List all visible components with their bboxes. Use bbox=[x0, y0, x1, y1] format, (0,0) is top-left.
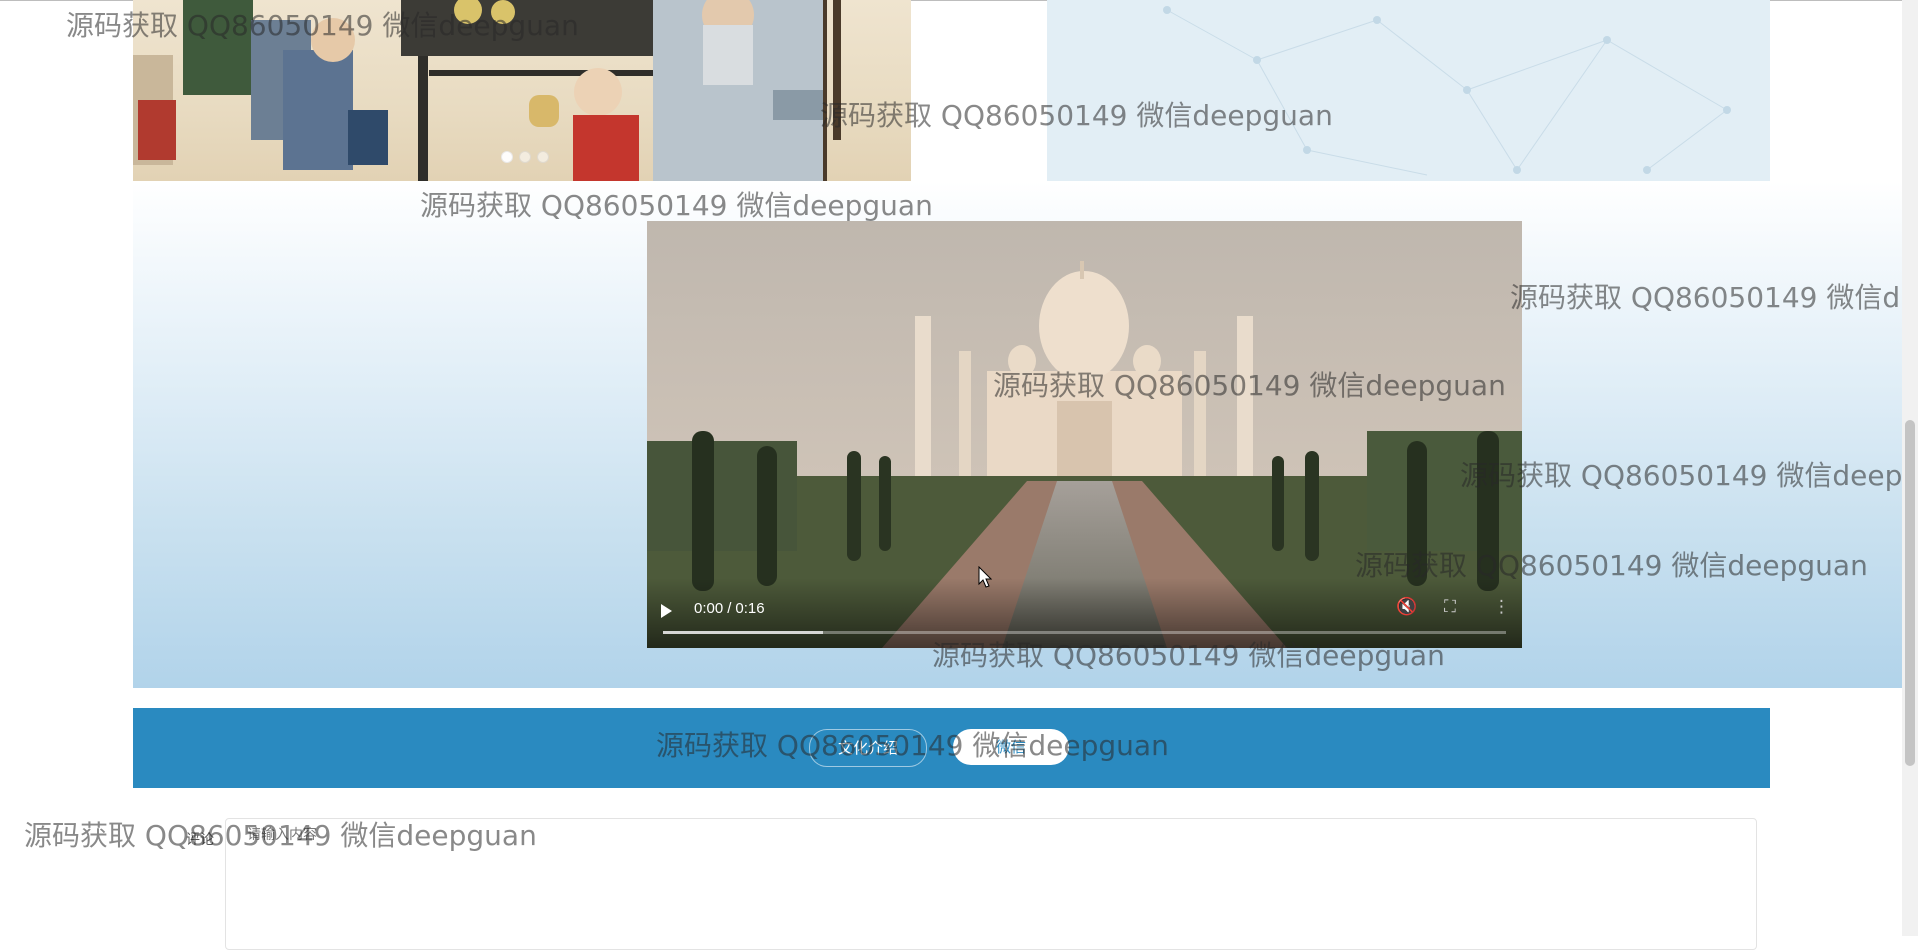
network-background-panel bbox=[1047, 0, 1770, 181]
tab-culture-intro[interactable]: 文化介绍 bbox=[809, 729, 927, 767]
fullscreen-icon[interactable]: ⛶ bbox=[1444, 597, 1456, 617]
video-progress-fill bbox=[663, 631, 824, 634]
video-progress-bar[interactable] bbox=[663, 631, 1506, 634]
comment-input[interactable] bbox=[245, 826, 649, 844]
carousel-dot[interactable] bbox=[519, 151, 531, 163]
duration: 0:16 bbox=[735, 600, 765, 617]
page-scrollbar[interactable] bbox=[1902, 0, 1918, 936]
more-vert-icon[interactable]: ⋮ bbox=[1493, 597, 1510, 617]
video-player[interactable]: 0:00/0:16 🔇 ⛶ ⋮ bbox=[647, 221, 1522, 648]
time-separator: / bbox=[727, 600, 732, 617]
video-controls: 0:00/0:16 🔇 ⛶ ⋮ bbox=[647, 578, 1522, 648]
carousel-dot[interactable] bbox=[501, 151, 513, 163]
carousel-dot[interactable] bbox=[537, 151, 549, 163]
network-pattern bbox=[1163, 6, 1731, 176]
scrollbar-thumb[interactable] bbox=[1905, 420, 1915, 766]
time-display: 0:00/0:16 bbox=[694, 600, 765, 617]
comment-label: 评论 bbox=[186, 832, 214, 848]
volume-icon[interactable]: 🔇 bbox=[1396, 597, 1417, 617]
tab-wechat[interactable]: 微信 bbox=[953, 729, 1069, 765]
carousel-dots bbox=[501, 151, 549, 163]
mouse-cursor-icon bbox=[978, 566, 992, 588]
image-carousel[interactable] bbox=[133, 0, 911, 181]
play-icon[interactable] bbox=[661, 604, 672, 618]
current-time: 0:00 bbox=[694, 600, 724, 617]
content-tab-bar: 文化介绍 微信 bbox=[133, 708, 1770, 788]
